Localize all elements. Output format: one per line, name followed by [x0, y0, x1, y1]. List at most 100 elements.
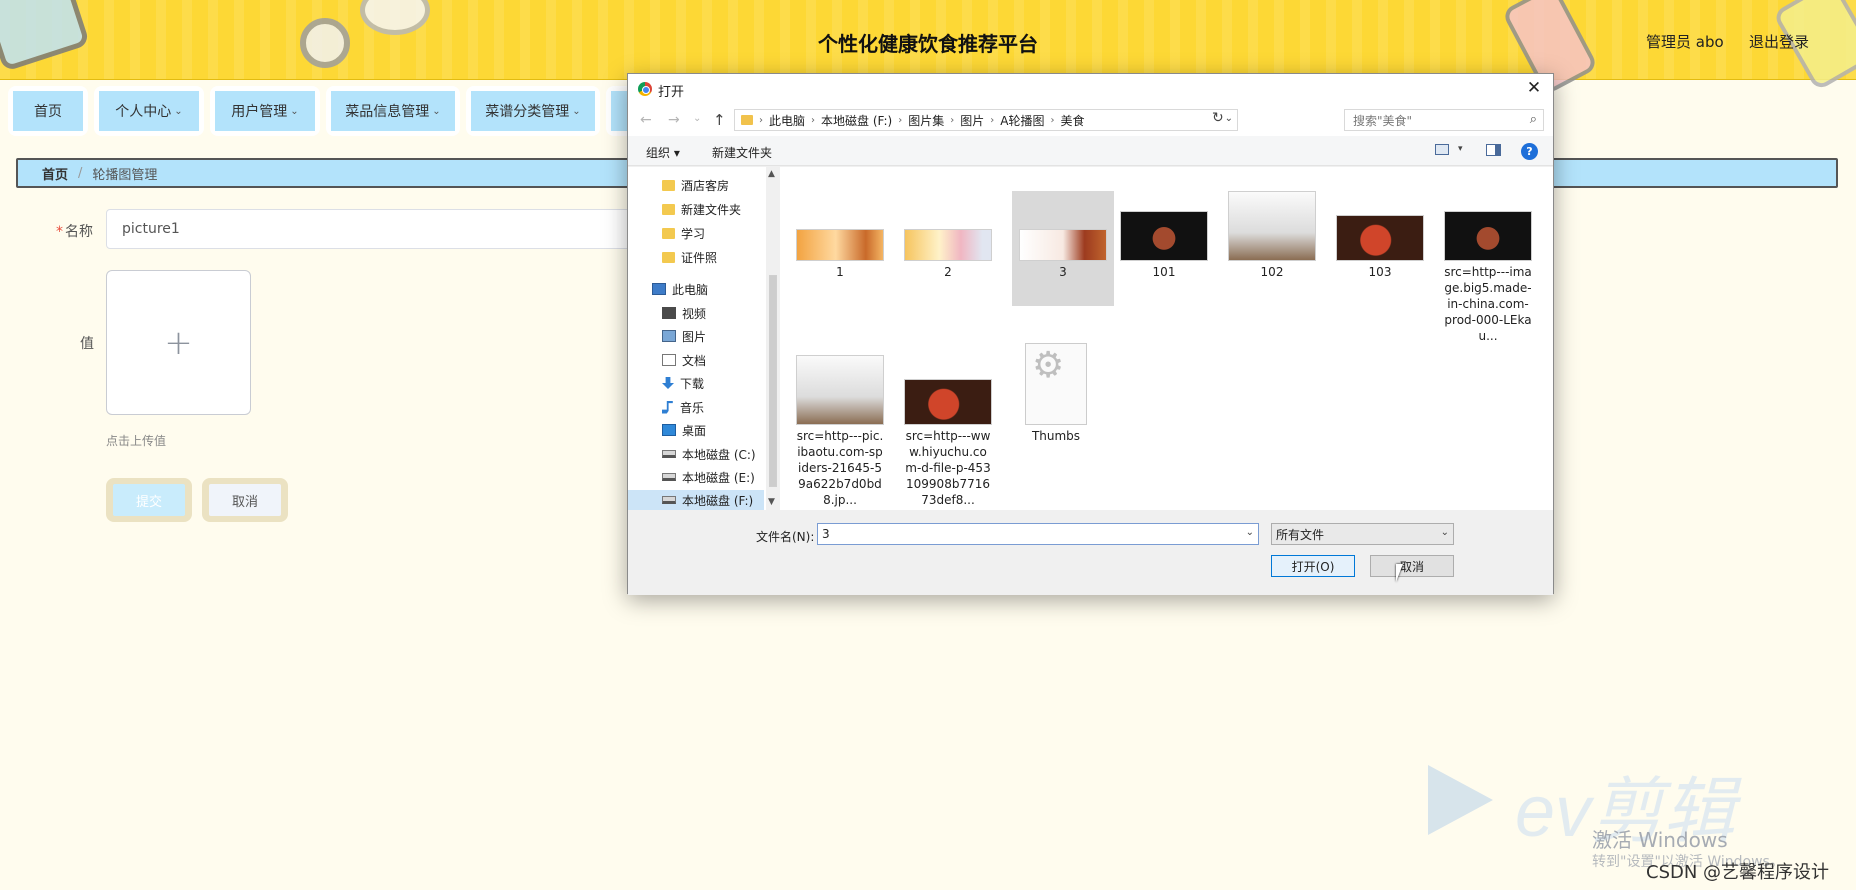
sidebar-item-downloads[interactable]: 下载 — [628, 373, 764, 393]
sidebar-scrollbar[interactable]: ▲ ▼ — [766, 167, 780, 510]
file-item[interactable]: 102 — [1228, 191, 1316, 280]
file-item[interactable]: Thumbs — [1012, 343, 1100, 444]
address-segment[interactable]: 图片 — [960, 112, 984, 129]
dialog-titlebar: 打开 ✕ — [628, 74, 1553, 104]
sidebar-item-hotel-rooms[interactable]: 酒店客房 — [628, 175, 764, 195]
value-label: 值 — [80, 336, 94, 352]
address-segment[interactable]: 美食 — [1060, 112, 1084, 129]
file-list: 1 2 3 101 102 103 src=http---image.big5.… — [780, 167, 1553, 510]
sidebar-item-documents[interactable]: 文档 — [628, 350, 764, 370]
chevron-down-icon: ⌄ — [1440, 527, 1449, 538]
chevron-down-icon: ⌄ — [572, 105, 581, 117]
sidebar-item-music[interactable]: 音乐 — [628, 397, 764, 417]
back-arrow-icon[interactable]: ← — [640, 112, 652, 128]
filetype-value: 所有文件 — [1276, 527, 1325, 542]
filename-value: 3 — [822, 527, 830, 541]
image-thumbnail — [1019, 229, 1107, 261]
site-title: 个性化健康饮食推荐平台 — [818, 32, 1038, 56]
folder-icon — [662, 179, 675, 191]
sidebar-item-study[interactable]: 学习 — [628, 223, 764, 243]
help-icon[interactable]: ? — [1521, 143, 1538, 160]
sidebar-item-id-photo[interactable]: 证件照 — [628, 247, 764, 267]
sidebar-item-this-pc[interactable]: 此电脑 — [628, 279, 764, 299]
filetype-select[interactable]: 所有文件 ⌄ — [1271, 523, 1454, 545]
nav-item-user-management[interactable]: 用户管理 ⌄ — [210, 86, 320, 136]
required-mark: * — [56, 224, 63, 240]
nav-item-label: 首页 — [34, 104, 62, 120]
sidebar-item-pictures[interactable]: 图片 — [628, 326, 764, 346]
address-bar[interactable]: › 此电脑 › 本地磁盘 (F:) › 图片集 › 图片 › A轮播图 › 美食… — [734, 109, 1238, 131]
sidebar-item-label: 证件照 — [681, 250, 718, 265]
nav-item-recipe-category[interactable]: 菜谱分类管理 ⌄ — [466, 86, 600, 136]
dialog-navbar: ← → ⌄ ↑ › 此电脑 › 本地磁盘 (F:) › 图片集 › 图片 › A… — [628, 104, 1553, 136]
refresh-icon[interactable]: ↻ — [1212, 110, 1224, 126]
image-upload[interactable]: + — [106, 270, 251, 415]
view-mode-icon[interactable] — [1435, 144, 1449, 155]
file-name: 103 — [1368, 265, 1392, 279]
sidebar-item-disk-c[interactable]: 本地磁盘 (C:) — [628, 444, 764, 464]
submit-button[interactable]: 提交 — [106, 478, 192, 522]
sidebar-item-label: 酒店客房 — [681, 178, 730, 193]
forward-arrow-icon[interactable]: → — [668, 112, 680, 128]
file-open-dialog: 打开 ✕ ← → ⌄ ↑ › 此电脑 › 本地磁盘 (F:) › 图片集 › 图… — [627, 73, 1554, 595]
scroll-down-icon[interactable]: ▼ — [768, 497, 775, 507]
name-input[interactable]: picture1 — [106, 209, 646, 249]
nav-item-label: 用户管理 — [231, 104, 288, 120]
close-icon[interactable]: ✕ — [1521, 77, 1547, 101]
file-item-selected[interactable]: 3 — [1012, 191, 1114, 306]
file-name: 101 — [1152, 265, 1176, 279]
recent-locations-icon[interactable]: ⌄ — [693, 113, 701, 124]
sidebar-item-disk-e[interactable]: 本地磁盘 (E:) — [628, 467, 764, 487]
logout-link[interactable]: 退出登录 — [1749, 31, 1809, 52]
file-name: src=http---image.big5.made-in-china.com-… — [1444, 265, 1532, 343]
dialog-cancel-button[interactable]: 取消 — [1370, 555, 1454, 577]
sidebar-item-disk-f[interactable]: 本地磁盘 (F:) — [628, 490, 764, 510]
address-segment[interactable]: 此电脑 — [769, 112, 805, 129]
sidebar-item-new-folder[interactable]: 新建文件夹 — [628, 199, 764, 219]
address-segment[interactable]: 图片集 — [908, 112, 944, 129]
breadcrumb-home[interactable]: 首页 — [42, 164, 68, 183]
document-icon — [662, 354, 676, 366]
sidebar-item-videos[interactable]: 视频 — [628, 303, 764, 323]
file-item[interactable]: 103 — [1336, 191, 1424, 280]
chevron-down-icon[interactable]: ⌄ — [1225, 113, 1233, 124]
nav-item-dish-management[interactable]: 菜品信息管理 ⌄ — [326, 86, 460, 136]
nav-item-home[interactable]: 首页 — [8, 86, 88, 136]
sidebar-item-label: 桌面 — [682, 423, 707, 438]
new-folder-button[interactable]: 新建文件夹 — [712, 144, 772, 161]
file-name: 2 — [944, 265, 952, 279]
file-item[interactable]: src=http---image.big5.made-in-china.com-… — [1444, 191, 1532, 344]
filename-input[interactable]: 3 ⌄ — [817, 523, 1259, 545]
ev-logo-icon — [1428, 765, 1493, 835]
file-item[interactable]: src=http---www.hiyuchu.com-d-file-p-4531… — [904, 355, 992, 508]
cancel-button[interactable]: 取消 — [202, 478, 288, 522]
nav-item-personal-center[interactable]: 个人中心 ⌄ — [94, 86, 204, 136]
file-item[interactable]: src=http---pic.ibaotu.com-spiders-21645-… — [796, 355, 884, 508]
nav-item-label: 菜品信息管理 — [345, 104, 430, 120]
organize-button[interactable]: 组织 ▾ — [646, 144, 680, 161]
chevron-down-icon[interactable]: ⌄ — [1246, 527, 1254, 538]
file-item[interactable]: 2 — [904, 191, 992, 280]
nav-item-label: 个人中心 — [115, 104, 172, 120]
nav-item-label: 菜谱分类管理 — [485, 104, 570, 120]
windows-activation-title: 激活 Windows — [1592, 828, 1728, 852]
open-button[interactable]: 打开(O) — [1271, 555, 1355, 577]
name-label-text: 名称 — [65, 224, 93, 240]
sidebar-item-desktop[interactable]: 桌面 — [628, 420, 764, 440]
file-item[interactable]: 101 — [1120, 191, 1208, 280]
chevron-down-icon[interactable]: ▾ — [1458, 144, 1463, 154]
up-arrow-icon[interactable]: ↑ — [713, 111, 726, 129]
sidebar-item-label: 新建文件夹 — [681, 202, 742, 217]
scroll-up-icon[interactable]: ▲ — [768, 169, 775, 179]
address-segment[interactable]: 本地磁盘 (F:) — [821, 112, 892, 129]
chevron-right-icon: › — [898, 114, 903, 126]
address-segment[interactable]: A轮播图 — [1000, 112, 1044, 129]
scrollbar-thumb[interactable] — [769, 275, 777, 487]
preview-pane-icon[interactable] — [1486, 144, 1501, 156]
sidebar-item-label: 视频 — [682, 306, 707, 321]
search-input[interactable]: 搜索"美食" ⌕ — [1344, 109, 1544, 131]
file-item[interactable]: 1 — [796, 191, 884, 280]
settings-file-icon — [1025, 343, 1087, 425]
folder-icon — [662, 203, 675, 215]
dialog-toolbar: 组织 ▾ 新建文件夹 ▾ ? — [628, 136, 1553, 166]
